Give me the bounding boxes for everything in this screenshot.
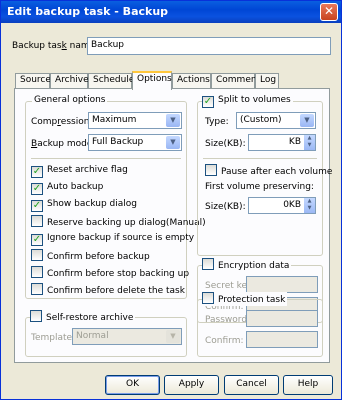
split-volumes-group: ✓ Split to volumes Type: (Custom) ▼ Size(…	[197, 94, 332, 256]
template-select[interactable]: Normal ▼	[72, 328, 182, 345]
encryption-title: Encryption data	[218, 261, 290, 271]
tab-source[interactable]: Source	[15, 73, 51, 89]
checkbox-label: Confirm before delete the task	[47, 286, 185, 296]
checkbox-label: Reserve backing up dialog(Manual)	[47, 218, 206, 228]
checkbox-unchecked-icon[interactable]	[202, 258, 214, 270]
checkbox-unchecked-icon[interactable]	[30, 310, 42, 322]
tab-options[interactable]: Options	[132, 71, 172, 90]
confirm-before-delete-checkbox[interactable]: Confirm before delete the task	[31, 283, 185, 297]
password-input[interactable]	[246, 310, 318, 327]
window-title: Edit backup task - Backup	[7, 5, 169, 18]
split-separator	[203, 158, 317, 159]
checkbox-unchecked-icon[interactable]	[205, 164, 217, 176]
split-size-value: KB	[288, 137, 301, 147]
protection-title: Protection task	[218, 295, 286, 305]
first-volume-size-value: 0KB	[283, 200, 301, 210]
self-restore-group: Self-restore archive Template: Normal ▼	[25, 310, 187, 357]
tab-log[interactable]: Log	[255, 73, 279, 89]
tab-schedule[interactable]: Schedule	[88, 73, 134, 89]
confirm-before-stop-checkbox[interactable]: Confirm before stop backing up	[31, 266, 189, 280]
backup-mode-select[interactable]: Full Backup ▼	[88, 134, 182, 151]
help-button[interactable]: Help	[283, 375, 333, 395]
title-bar[interactable]: Edit backup task - Backup ✕	[1, 1, 341, 23]
compression-select[interactable]: Maximum ▼	[88, 112, 182, 129]
checkbox-label: Confirm before stop backing up	[47, 269, 190, 279]
checkbox-unchecked-icon[interactable]	[31, 249, 43, 261]
edit-backup-task-window: Edit backup task - Backup ✕ Backup task …	[0, 0, 342, 400]
checkbox-checked-icon[interactable]: ✓	[31, 183, 43, 195]
apply-button[interactable]: Apply	[164, 375, 219, 395]
first-volume-label: First volume preserving:	[205, 182, 314, 192]
reserve-backup-dialog-checkbox[interactable]: Reserve backing up dialog(Manual)	[31, 215, 206, 229]
checkbox-label: Ignore backup if source is empty	[47, 233, 195, 243]
checkbox-checked-icon[interactable]: ✓	[202, 96, 214, 108]
checkbox-label: Show backup dialog	[47, 199, 137, 209]
checkbox-label: Pause after each volume	[221, 167, 333, 177]
compression-label: Compression:	[31, 117, 93, 127]
secret-key-input[interactable]	[246, 276, 318, 293]
chevron-down-icon[interactable]: ▼	[166, 114, 180, 127]
checkbox-unchecked-icon[interactable]	[31, 266, 43, 278]
self-restore-title: Self-restore archive	[46, 313, 134, 323]
reset-archive-flag-checkbox[interactable]: ✓ Reset archive flag	[31, 164, 128, 178]
password-label: Password:	[205, 315, 251, 325]
cancel-button[interactable]: Cancel	[224, 375, 279, 395]
protection-confirm-input[interactable]	[246, 331, 318, 348]
split-type-label: Type:	[205, 117, 229, 127]
checkbox-checked-icon[interactable]: ✓	[31, 234, 43, 246]
spin-arrows-icon[interactable]: ▲ ▼	[304, 135, 315, 150]
encryption-checkbox[interactable]: Encryption data	[202, 258, 292, 272]
first-volume-size-label: Size(KB):	[205, 202, 246, 212]
protection-checkbox[interactable]: Protection task	[202, 292, 288, 306]
options-tab-panel: General options Compression: Maximum ▼ B…	[14, 88, 332, 363]
split-type-select[interactable]: (Custom) ▼	[236, 112, 316, 129]
template-value: Normal	[76, 331, 109, 341]
checkbox-unchecked-icon[interactable]	[31, 215, 43, 227]
close-icon[interactable]: ✕	[320, 3, 338, 21]
protection-confirm-label: Confirm:	[205, 336, 244, 346]
checkbox-unchecked-icon[interactable]	[202, 292, 214, 304]
split-size-label: Size(KB):	[205, 139, 246, 149]
auto-backup-checkbox[interactable]: ✓ Auto backup	[31, 181, 103, 195]
checkbox-label: Auto backup	[47, 182, 104, 192]
tab-comment[interactable]: Comment	[211, 73, 260, 89]
general-options-title: General options	[32, 95, 108, 105]
split-volumes-title: Split to volumes	[218, 95, 291, 105]
pause-after-volume-checkbox[interactable]: Pause after each volume	[205, 164, 332, 178]
chevron-down-icon[interactable]: ▼	[300, 114, 314, 127]
split-size-input[interactable]: KB ▲ ▼	[248, 134, 316, 151]
chevron-down-icon[interactable]: ▼	[166, 330, 180, 343]
show-backup-dialog-checkbox[interactable]: ✓ Show backup dialog	[31, 198, 137, 212]
self-restore-checkbox[interactable]: Self-restore archive	[30, 310, 136, 324]
spin-arrows-icon[interactable]: ▲ ▼	[304, 198, 315, 213]
task-name-label: Backup task name:	[12, 41, 99, 51]
chevron-down-icon[interactable]: ▼	[166, 136, 180, 149]
ignore-empty-source-checkbox[interactable]: ✓ Ignore backup if source is empty	[31, 232, 194, 246]
tab-actions[interactable]: Actions	[172, 73, 211, 89]
checkbox-unchecked-icon[interactable]	[31, 283, 43, 295]
backup-mode-value: Full Backup	[92, 137, 144, 147]
first-volume-size-input[interactable]: 0KB ▲ ▼	[248, 197, 316, 214]
split-volumes-checkbox[interactable]: ✓ Split to volumes	[202, 94, 293, 108]
confirm-before-backup-checkbox[interactable]: Confirm before backup	[31, 249, 150, 263]
task-name-input[interactable]: Backup	[87, 37, 331, 55]
ok-button[interactable]: OK	[105, 375, 160, 395]
general-options-group: General options Compression: Maximum ▼ B…	[25, 95, 206, 299]
protection-group: Protection task Password: Confirm:	[197, 292, 323, 357]
compression-value: Maximum	[92, 115, 137, 125]
checkbox-label: Reset archive flag	[47, 165, 128, 175]
checkbox-checked-icon[interactable]: ✓	[31, 166, 43, 178]
split-type-value: (Custom)	[240, 115, 282, 125]
tab-archive[interactable]: Archive	[50, 73, 89, 89]
general-separator	[31, 158, 181, 159]
backup-mode-label: Backup mode:	[31, 139, 96, 149]
checkbox-checked-icon[interactable]: ✓	[31, 200, 43, 212]
template-label: Template:	[31, 333, 76, 343]
checkbox-label: Confirm before backup	[47, 252, 150, 262]
